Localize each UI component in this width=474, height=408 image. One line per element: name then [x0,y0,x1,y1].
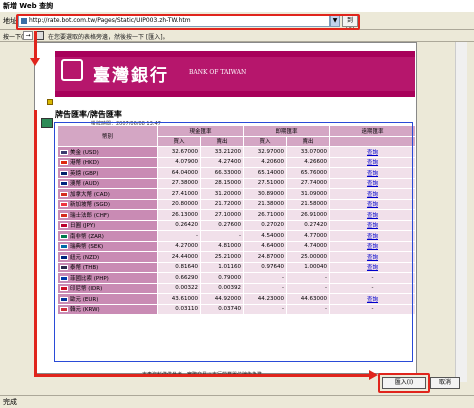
import-highlight-box [378,373,430,393]
arrow-right-head-icon [369,370,378,380]
bank-banner: 臺灣銀行 BANK OF TAIWAN [55,51,415,97]
page-table-marker-icon[interactable] [47,99,53,105]
selection-toolbar: 按一下( → 在您要選取的表格旁邊，然後按一下 [匯入]。 [0,30,474,42]
window-title: 新增 Web 查詢 [0,0,474,12]
cancel-button[interactable]: 取消 [430,377,460,389]
bank-name-cn: 臺灣銀行 [93,66,169,86]
section-title: 牌告匯率/牌告匯率 [55,110,122,119]
table-selected-checkmark-icon[interactable] [41,118,53,128]
web-page-view: 臺灣銀行 BANK OF TAIWAN 牌告匯率/牌告匯率 掛牌時間：2007/… [34,42,417,374]
arrow-bottom-horizontal [34,374,370,377]
bank-name-en: BANK OF TAIWAN [189,69,247,76]
arrow-down-head-icon [30,58,40,66]
status-bar: 完成 [0,395,474,408]
toolbar-label: 按一下( [3,34,24,41]
select-all-button[interactable]: → [23,31,33,40]
address-highlight-box [16,14,360,30]
arrow-down-segment [34,31,37,59]
table-selection-frame [54,122,413,362]
arrow-left-vertical [34,110,37,374]
toolbar-hint: 在您要選取的表格旁邊，然後按一下 [匯入]。 [48,34,169,41]
vertical-scrollbar[interactable] [455,42,467,382]
bank-logo-icon [61,59,83,81]
